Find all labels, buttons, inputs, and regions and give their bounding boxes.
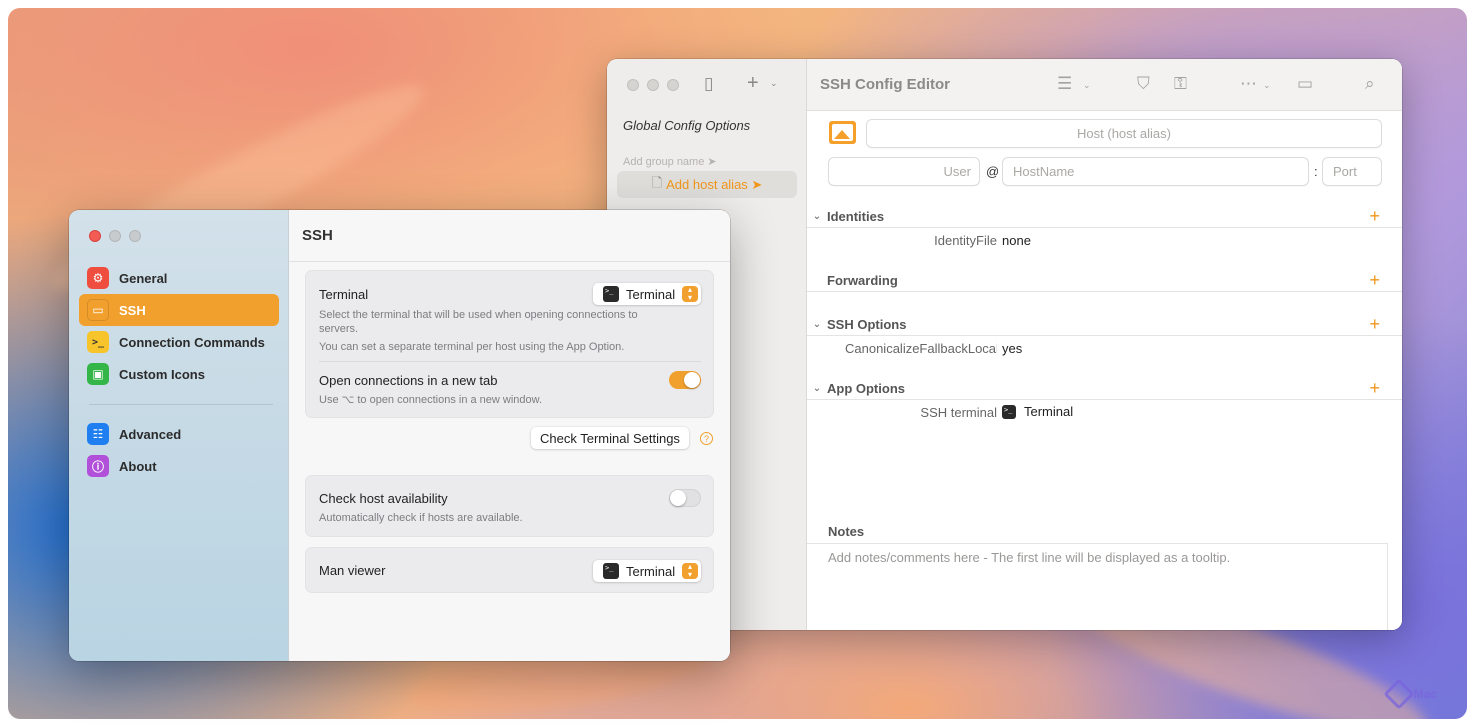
section-title: SSH Options — [827, 317, 907, 332]
sidebar-toggle-icon[interactable]: ▯ — [704, 74, 713, 94]
section-title: Identities — [827, 209, 885, 224]
document-icon: 🗋 — [651, 174, 663, 190]
add-identity-icon[interactable]: + — [1369, 206, 1380, 227]
new-tab-description: Use ⌥ to open connections in a new windo… — [319, 394, 543, 406]
minimize-button[interactable] — [109, 230, 121, 242]
more-icon[interactable]: ⋯ — [1240, 74, 1257, 94]
terminal-icon: >_ — [603, 286, 619, 302]
sidebar-item-advanced[interactable]: ☷ Advanced — [79, 418, 279, 450]
port-input[interactable]: Port — [1322, 157, 1382, 186]
terminal-label: Terminal — [319, 287, 369, 302]
section-forwarding[interactable]: Forwarding + — [807, 270, 1402, 292]
settings-header: SSH — [289, 210, 730, 262]
add-host-alias-row[interactable]: 🗋 Add host alias ➤ — [617, 171, 797, 198]
canonicalize-key: CanonicalizeFallbackLocal — [845, 341, 997, 356]
host-photo-icon[interactable] — [829, 121, 856, 144]
new-tab-toggle[interactable] — [669, 371, 701, 389]
man-viewer-label: Man viewer — [319, 563, 386, 578]
host-availability-description: Automatically check if hosts are availab… — [319, 512, 523, 524]
settings-content: SSH Terminal >_ Terminal ▴ ▾ Select the t… — [289, 210, 730, 661]
global-config-options[interactable]: Global Config Options — [623, 118, 750, 133]
close-button[interactable] — [627, 79, 639, 91]
config-toolbar: SSH Config Editor ☰ ⌄ ⛉ ⚿ ⋯ ⌄ ▭ ⌕ — [807, 59, 1402, 111]
chevron-down-icon[interactable]: ⌄ — [1263, 80, 1271, 91]
terminal-description: Select the terminal that will be used wh… — [319, 309, 638, 335]
close-button[interactable] — [89, 230, 101, 242]
hostname-input[interactable]: HostName — [1002, 157, 1309, 186]
sidebar-item-custom-icons[interactable]: ▣ Custom Icons — [79, 358, 279, 390]
chevron-down-icon[interactable]: ⌄ — [807, 319, 827, 330]
user-input[interactable]: User — [828, 157, 980, 186]
key-icon[interactable]: ⚿ — [1174, 74, 1187, 94]
add-app-option-icon[interactable]: + — [1369, 378, 1380, 399]
settings-sidebar: ⚙ General ▭ SSH >_ Connection Commands ▣… — [69, 210, 289, 661]
chevron-down-icon[interactable]: ⌄ — [807, 211, 827, 222]
chevron-down-icon[interactable]: ⌄ — [1083, 80, 1091, 91]
new-tab-label: Open connections in a new tab — [319, 373, 498, 388]
section-identities[interactable]: ⌄ Identities + — [807, 206, 1402, 228]
identityfile-value[interactable]: none — [1002, 233, 1031, 248]
terminal-icon: >_ — [603, 563, 619, 579]
zoom-button[interactable] — [129, 230, 141, 242]
watermark-logo-icon — [1383, 678, 1415, 710]
page-title: SSH — [302, 227, 333, 244]
host-availability-toggle[interactable] — [669, 489, 701, 507]
window-icon[interactable]: ▭ — [1297, 74, 1313, 94]
add-icon[interactable]: + — [747, 72, 759, 95]
separator — [319, 361, 701, 362]
sidebar-item-general[interactable]: ⚙ General — [79, 262, 279, 294]
sidebar-divider — [89, 404, 273, 405]
list-icon[interactable]: ☰ — [1057, 74, 1072, 94]
add-forwarding-icon[interactable]: + — [1369, 270, 1380, 291]
ssh-terminal-key: SSH terminal — [920, 405, 997, 420]
terminal-select[interactable]: >_ Terminal ▴ ▾ — [593, 283, 701, 305]
notes-textarea[interactable]: Add notes/comments here - The first line… — [807, 543, 1388, 630]
search-icon[interactable]: ⌕ — [1365, 74, 1375, 94]
terminal-description-2: You can set a separate terminal per host… — [319, 341, 625, 353]
sidebar-item-about[interactable]: ⓘ About — [79, 450, 279, 482]
add-ssh-option-icon[interactable]: + — [1369, 314, 1380, 335]
chevron-updown-icon: ▴ ▾ — [682, 286, 698, 302]
add-host-alias-label: Add host alias ➤ — [666, 176, 763, 192]
watermark: Mac — [1383, 678, 1437, 710]
photo-icon: ▣ — [87, 363, 109, 385]
section-ssh-options[interactable]: ⌄ SSH Options + — [807, 314, 1402, 336]
gear-icon: ⚙ — [87, 267, 109, 289]
ssh-terminal-value[interactable]: >_ Terminal — [1002, 404, 1073, 419]
chevron-down-icon[interactable]: ⌄ — [770, 78, 778, 89]
monitor-icon: ▭ — [87, 299, 109, 321]
config-main: SSH Config Editor ☰ ⌄ ⛉ ⚿ ⋯ ⌄ ▭ ⌕ Host (… — [807, 59, 1402, 630]
man-viewer-select[interactable]: >_ Terminal ▴ ▾ — [593, 560, 701, 582]
info-icon: ⓘ — [87, 455, 109, 477]
section-app-options[interactable]: ⌄ App Options + — [807, 378, 1402, 400]
at-symbol: @ — [986, 164, 1000, 179]
zoom-button[interactable] — [667, 79, 679, 91]
man-viewer-card: Man viewer >_ Terminal ▴ ▾ — [305, 547, 714, 593]
sidebar-item-connection-commands[interactable]: >_ Connection Commands — [79, 326, 279, 358]
section-title: App Options — [827, 381, 905, 396]
terminal-icon: >_ — [1002, 404, 1016, 419]
minimize-button[interactable] — [647, 79, 659, 91]
chevron-updown-icon: ▴ ▾ — [682, 563, 698, 579]
host-alias-input[interactable]: Host (host alias) — [866, 119, 1382, 148]
settings-window: ⚙ General ▭ SSH >_ Connection Commands ▣… — [69, 210, 730, 661]
check-terminal-settings-button[interactable]: Check Terminal Settings — [531, 427, 689, 449]
sliders-icon: ☷ — [87, 423, 109, 445]
canonicalize-value[interactable]: yes — [1002, 341, 1022, 356]
host-availability-label: Check host availability — [319, 491, 448, 506]
sidebar-item-ssh[interactable]: ▭ SSH — [79, 294, 279, 326]
terminal-settings-card: Terminal >_ Terminal ▴ ▾ Select the termi… — [305, 270, 714, 418]
colon-symbol: : — [1314, 164, 1318, 179]
section-title: Forwarding — [827, 273, 898, 288]
prompt-icon: >_ — [87, 331, 109, 353]
host-availability-card: Check host availability Automatically ch… — [305, 475, 714, 537]
add-group-name[interactable]: Add group name ➤ — [623, 155, 717, 168]
window-title: SSH Config Editor — [820, 76, 950, 93]
identityfile-key: IdentityFile — [934, 233, 997, 248]
chevron-down-icon[interactable]: ⌄ — [807, 383, 827, 394]
watermark-text: Mac — [1413, 687, 1437, 701]
notes-label: Notes — [828, 524, 865, 539]
shield-icon[interactable]: ⛉ — [1137, 74, 1150, 94]
help-icon[interactable]: ? — [700, 432, 713, 445]
